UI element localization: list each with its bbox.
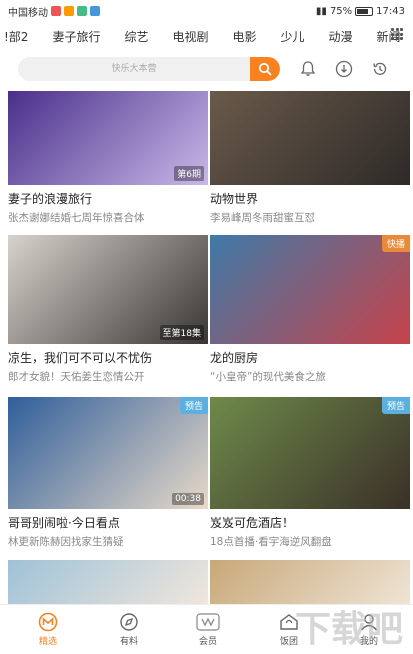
- time-label: 17:43: [376, 5, 405, 17]
- battery-icon: [355, 6, 374, 16]
- video-thumbnail[interactable]: [210, 91, 410, 185]
- duration-tag: 00:38: [172, 493, 204, 505]
- video-thumbnail[interactable]: 预告 00:38: [8, 397, 208, 509]
- search-row: 快乐大本营: [0, 54, 413, 84]
- video-card[interactable]: 第6期 妻子的浪漫旅行 张杰谢娜结婚七周年惊喜合体: [8, 91, 208, 225]
- video-thumbnail[interactable]: 至第18集: [8, 235, 208, 344]
- tab-partial[interactable]: !部2: [0, 28, 40, 45]
- tab-tv[interactable]: 电视剧: [160, 28, 220, 45]
- tab-news[interactable]: 新闻: [365, 28, 413, 45]
- preview-badge: 预告: [179, 397, 208, 414]
- notification-icon: [64, 6, 74, 16]
- video-card[interactable]: [8, 560, 208, 604]
- video-title[interactable]: 妻子的浪漫旅行: [8, 190, 208, 207]
- nav-label: 有料: [119, 637, 138, 647]
- video-title[interactable]: 凉生，我们可不可以不忧伤: [8, 349, 208, 366]
- compass-icon: [120, 613, 138, 631]
- search-button[interactable]: [250, 57, 280, 81]
- video-subtitle: “小皇帝”的现代美食之旅: [210, 371, 326, 383]
- video-thumbnail[interactable]: 预告: [210, 397, 410, 509]
- video-title[interactable]: 岌岌可危酒店！: [210, 514, 410, 531]
- nav-label: 精选: [38, 637, 57, 647]
- category-tabs: !部2 妻子旅行 综艺 电视剧 电影 少儿 动漫 新闻: [0, 22, 413, 50]
- video-card[interactable]: 快播 龙的厨房 “小皇帝”的现代美食之旅: [210, 235, 410, 384]
- nav-discover[interactable]: 有料: [99, 605, 159, 654]
- video-subtitle: 林更新陈赫因找家生猜疑: [8, 536, 124, 548]
- tab-anime[interactable]: 动漫: [317, 28, 365, 45]
- preview-badge: 预告: [381, 397, 410, 414]
- tab-variety[interactable]: 综艺: [112, 28, 160, 45]
- notification-icon: [77, 6, 87, 16]
- signal-icon: ▮▮: [315, 5, 327, 17]
- tab-wife-travel[interactable]: 妻子旅行: [40, 28, 112, 45]
- search-icon: [258, 62, 272, 76]
- tab-movie[interactable]: 电影: [221, 28, 269, 45]
- video-subtitle: 郎才女貌！天佑姜生恋情公开: [8, 371, 145, 383]
- download-icon[interactable]: [334, 59, 354, 79]
- status-bar: 中国移动 ▮▮ 75% 17:43: [0, 0, 413, 22]
- video-card[interactable]: 至第18集 凉生，我们可不可以不忧伤 郎才女貌！天佑姜生恋情公开: [8, 235, 208, 384]
- nav-featured[interactable]: 精选: [18, 605, 78, 654]
- more-categories-icon[interactable]: [391, 28, 403, 40]
- video-title[interactable]: 动物世界: [210, 190, 410, 207]
- carrier-label: 中国移动: [8, 7, 48, 19]
- tab-kids[interactable]: 少儿: [269, 28, 317, 45]
- history-icon[interactable]: [370, 59, 390, 79]
- home-featured-icon: [38, 612, 58, 632]
- bell-icon[interactable]: [298, 59, 318, 79]
- notification-icon: [51, 6, 61, 16]
- search-input[interactable]: 快乐大本营: [18, 57, 280, 81]
- nav-label: 会员: [198, 637, 217, 647]
- video-thumbnail[interactable]: [8, 560, 208, 604]
- video-subtitle: 李易峰周冬雨甜蜜互怼: [210, 212, 315, 224]
- video-thumbnail[interactable]: [210, 560, 410, 604]
- video-title[interactable]: 哥哥别闹啦·今日看点: [8, 514, 208, 531]
- nav-member[interactable]: 会员: [178, 605, 238, 654]
- video-card[interactable]: [210, 560, 410, 604]
- video-thumbnail[interactable]: 快播: [210, 235, 410, 344]
- video-subtitle: 18点首播·看宇海逆风翻盘: [210, 536, 332, 548]
- video-thumbnail[interactable]: 第6期: [8, 91, 208, 185]
- video-subtitle: 张杰谢娜结婚七周年惊喜合体: [8, 212, 145, 224]
- video-card[interactable]: 预告 00:38 哥哥别闹啦·今日看点 林更新陈赫因找家生猜疑: [8, 397, 208, 549]
- video-title[interactable]: 龙的厨房: [210, 349, 410, 366]
- search-placeholder: 快乐大本营: [111, 64, 157, 74]
- status-badge: 快播: [381, 235, 410, 252]
- video-card[interactable]: 动物世界 李易峰周冬雨甜蜜互怼: [210, 91, 410, 225]
- watermark-logo: 下载吧: [294, 609, 403, 650]
- member-icon: [196, 613, 220, 631]
- notification-icon: [90, 6, 100, 16]
- video-card[interactable]: 预告 岌岌可危酒店！ 18点首播·看宇海逆风翻盘: [210, 397, 410, 549]
- battery-percent: 75%: [329, 5, 353, 17]
- episode-tag: 第6期: [174, 166, 204, 181]
- episode-tag: 至第18集: [159, 325, 204, 340]
